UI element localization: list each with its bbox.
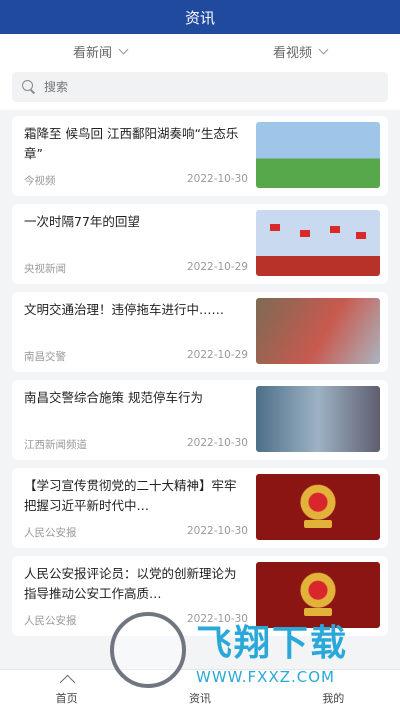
search-icon [22,80,36,94]
news-thumbnail [256,386,380,452]
news-card[interactable]: 霜降至 候鸟回 江西鄱阳湖奏响“生态乐章” 今视频 2022-10-30 [12,116,388,196]
news-card[interactable]: 【学习宣传贯彻党的二十大精神】牢牢把握习近平新时代中… 人民公安报 2022-1… [12,468,388,548]
news-title: 【学习宣传贯彻党的二十大精神】牢牢把握习近平新时代中… [24,478,237,513]
news-list: 霜降至 候鸟回 江西鄱阳湖奏响“生态乐章” 今视频 2022-10-30 一次时… [0,110,400,636]
news-title: 文明交通治理！违停拖车进行中…… [24,302,225,317]
chevron-down-icon [318,44,329,54]
search-box[interactable] [12,72,388,102]
sub-tabs: 看新闻 看视频 [0,34,400,68]
news-source: 人民公安报 [24,615,77,627]
news-title: 人民公安报评论员：以党的创新理论为指导推动公安工作高质… [24,566,237,601]
tab-news[interactable]: 看新闻 [0,42,200,61]
police-emblem-icon [298,483,338,531]
search-input[interactable] [44,80,388,94]
news-source: 人民公安报 [24,527,77,539]
news-source: 南昌交警 [24,351,66,363]
news-thumbnail [256,298,380,364]
tab-videos-label: 看视频 [272,45,312,61]
news-card[interactable]: 文明交通治理！违停拖车进行中…… 南昌交警 2022-10-29 [12,292,388,372]
app-header: 资讯 [0,0,400,34]
news-card[interactable]: 南昌交警综合施策 规范停车行为 江西新闻频道 2022-10-30 [12,380,388,460]
news-card[interactable]: 一次时隔77年的回望 央视新闻 2022-10-29 [12,204,388,284]
news-title: 南昌交警综合施策 规范停车行为 [24,390,203,405]
news-thumbnail [256,210,380,276]
tab-videos[interactable]: 看视频 [200,42,400,61]
news-title: 一次时隔77年的回望 [24,214,140,229]
watermark-url: WWW.FXXZ.COM [196,668,335,686]
watermark-brand: 飞翔下载 [196,623,349,664]
watermark: 飞翔下载 WWW.FXXZ.COM [110,608,400,692]
tab-home-label: 首页 [55,691,78,705]
chevron-down-icon [118,44,129,54]
news-date: 2022-10-30 [186,437,248,449]
news-date: 2022-10-30 [186,525,248,537]
news-date: 2022-10-29 [186,261,248,273]
tab-news-label: 看新闻 [72,45,112,61]
news-source: 央视新闻 [24,263,66,275]
news-source: 今视频 [24,175,56,187]
watermark-logo-icon [110,612,186,688]
news-thumbnail [256,474,380,540]
page-title: 资讯 [184,8,215,27]
news-date: 2022-10-30 [186,173,248,185]
news-thumbnail [256,122,380,188]
search-bar [0,68,400,110]
news-title: 霜降至 候鸟回 江西鄱阳湖奏响“生态乐章” [24,126,239,161]
news-date: 2022-10-29 [186,349,248,361]
home-icon [60,676,74,688]
news-source: 江西新闻频道 [24,439,87,451]
